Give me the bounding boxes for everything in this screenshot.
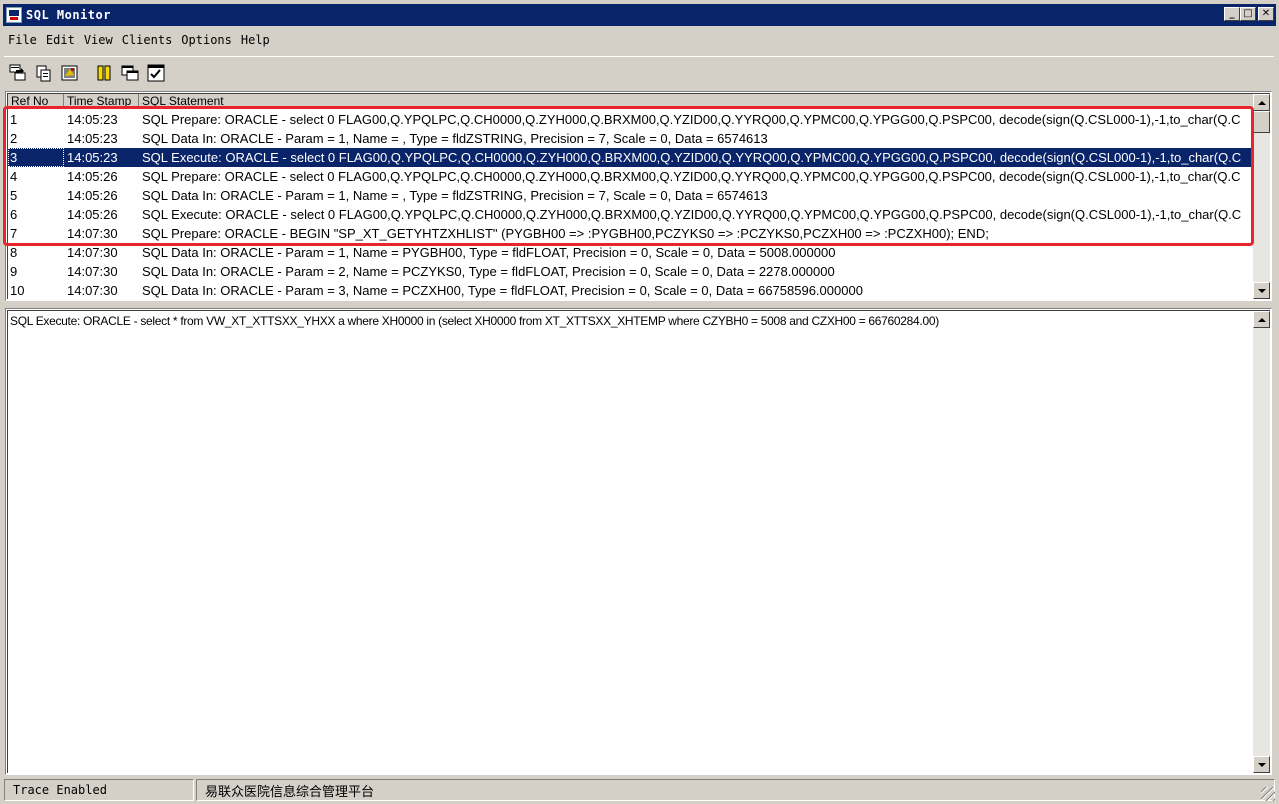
cell-time: 14:07:30 (67, 245, 118, 260)
options-button[interactable] (144, 61, 168, 85)
title-bar[interactable]: SQL Monitor _ □ ✕ (3, 4, 1276, 26)
cell-statement: SQL Data In: ORACLE - Param = 2, Name = … (142, 264, 835, 279)
cell-time: 14:05:26 (67, 188, 118, 203)
cell-statement: SQL Data In: ORACLE - Param = 1, Name = … (142, 245, 836, 260)
arrow-up-icon (1257, 100, 1266, 105)
scroll-up-button[interactable] (1253, 311, 1270, 328)
minimize-button[interactable]: _ (1224, 7, 1240, 21)
cell-ref: 2 (10, 131, 18, 146)
app-icon[interactable] (6, 7, 22, 23)
table-row-selected[interactable]: 3 14:05:23 SQL Execute: ORACLE - select … (8, 148, 1257, 167)
table-row[interactable]: 1 14:05:23 SQL Prepare: ORACLE - select … (8, 110, 1257, 129)
menu-file[interactable]: File (4, 33, 41, 47)
cell-time: 14:05:23 (67, 150, 118, 165)
menu-help[interactable]: Help (237, 33, 274, 47)
cell-ref: 6 (10, 207, 18, 222)
print-icon (61, 65, 78, 80)
pause-button[interactable] (92, 61, 116, 85)
copy-button[interactable] (32, 61, 56, 85)
cell-time: 14:05:23 (67, 131, 118, 146)
menu-bar: File Edit View Clients Options Help (4, 29, 275, 51)
window-icon (121, 65, 139, 80)
maximize-button[interactable]: □ (1240, 7, 1256, 21)
grid-header: Ref No Time Stamp SQL Statement (8, 94, 1257, 109)
grid-vertical-scrollbar[interactable] (1253, 94, 1270, 299)
cell-ref: 3 (8, 148, 64, 167)
menu-view[interactable]: View (80, 33, 117, 47)
arrow-down-icon (1257, 762, 1266, 767)
cell-time: 14:07:30 (67, 264, 118, 279)
header-ref-no[interactable]: Ref No (8, 94, 64, 109)
cell-ref: 4 (10, 169, 18, 184)
save-log-button[interactable] (6, 61, 30, 85)
arrow-down-icon (1257, 288, 1266, 293)
cell-ref: 1 (10, 112, 18, 127)
table-row[interactable]: 5 14:05:26 SQL Data In: ORACLE - Param =… (8, 186, 1257, 205)
scroll-thumb[interactable] (1253, 111, 1270, 133)
status-app-name: 易联众医院信息综合管理平台 (196, 779, 1275, 801)
sql-monitor-window: SQL Monitor _ □ ✕ File Edit View Clients… (0, 0, 1279, 804)
cell-time: 14:05:23 (67, 112, 118, 127)
table-row[interactable]: 7 14:07:30 SQL Prepare: ORACLE - BEGIN "… (8, 224, 1257, 243)
scroll-up-button[interactable] (1253, 94, 1270, 111)
header-time-stamp[interactable]: Time Stamp (64, 94, 139, 109)
sql-log-grid[interactable]: Ref No Time Stamp SQL Statement 1 14:05:… (5, 91, 1272, 301)
cell-ref: 8 (10, 245, 18, 260)
options-checklist-icon (147, 64, 165, 81)
cell-ref: 5 (10, 188, 18, 203)
table-row[interactable]: 2 14:05:23 SQL Data In: ORACLE - Param =… (8, 129, 1257, 148)
detail-vertical-scrollbar[interactable] (1253, 311, 1270, 773)
arrow-up-icon (1257, 317, 1266, 322)
cell-ref: 7 (10, 226, 18, 241)
cell-ref: 10 (10, 283, 25, 298)
cell-time: 14:07:30 (67, 226, 118, 241)
window-controls: _ □ ✕ (1224, 7, 1274, 21)
cell-statement: SQL Data In: ORACLE - Param = 3, Name = … (142, 283, 863, 298)
menu-clients[interactable]: Clients (118, 33, 177, 47)
toolbar (4, 56, 1274, 88)
menu-edit[interactable]: Edit (42, 33, 79, 47)
table-row[interactable]: 6 14:05:26 SQL Execute: ORACLE - select … (8, 205, 1257, 224)
grid-rows: 1 14:05:23 SQL Prepare: ORACLE - select … (8, 110, 1257, 300)
resize-grip[interactable] (1261, 787, 1275, 801)
sql-detail-text: SQL Execute: ORACLE - select * from VW_X… (10, 314, 939, 328)
cell-statement: SQL Data In: ORACLE - Param = 1, Name = … (142, 188, 768, 203)
cell-statement: SQL Prepare: ORACLE - select 0 FLAG00,Q.… (142, 169, 1241, 184)
window-button[interactable] (118, 61, 142, 85)
cell-statement: SQL Execute: ORACLE - select 0 FLAG00,Q.… (142, 207, 1242, 222)
sql-detail-pane[interactable]: SQL Execute: ORACLE - select * from VW_X… (5, 308, 1272, 775)
scroll-down-button[interactable] (1253, 282, 1270, 299)
cell-time: 14:07:30 (67, 283, 118, 298)
cell-time: 14:05:26 (67, 169, 118, 184)
menu-options[interactable]: Options (177, 33, 236, 47)
status-bar: Trace Enabled 易联众医院信息综合管理平台 (4, 779, 1275, 801)
cell-statement: SQL Prepare: ORACLE - BEGIN "SP_XT_GETYH… (142, 226, 989, 241)
window-title: SQL Monitor (26, 8, 111, 22)
cell-ref: 9 (10, 264, 18, 279)
save-log-icon (9, 64, 26, 80)
table-row[interactable]: 4 14:05:26 SQL Prepare: ORACLE - select … (8, 167, 1257, 186)
table-row[interactable]: 9 14:07:30 SQL Data In: ORACLE - Param =… (8, 262, 1257, 281)
table-row[interactable]: 8 14:07:30 SQL Data In: ORACLE - Param =… (8, 243, 1257, 262)
cell-time: 14:05:26 (67, 207, 118, 222)
cell-statement: SQL Execute: ORACLE - select 0 FLAG00,Q.… (142, 150, 1242, 165)
scroll-down-button[interactable] (1253, 756, 1270, 773)
status-trace: Trace Enabled (4, 779, 194, 801)
cell-statement: SQL Prepare: ORACLE - select 0 FLAG00,Q.… (142, 112, 1241, 127)
header-sql-statement[interactable]: SQL Statement (139, 94, 1257, 109)
copy-icon (36, 65, 51, 81)
cell-statement: SQL Data In: ORACLE - Param = 1, Name = … (142, 131, 768, 146)
close-button[interactable]: ✕ (1258, 7, 1274, 21)
pause-icon (97, 65, 111, 80)
table-row[interactable]: 10 14:07:30 SQL Data In: ORACLE - Param … (8, 281, 1257, 300)
print-button[interactable] (58, 61, 82, 85)
